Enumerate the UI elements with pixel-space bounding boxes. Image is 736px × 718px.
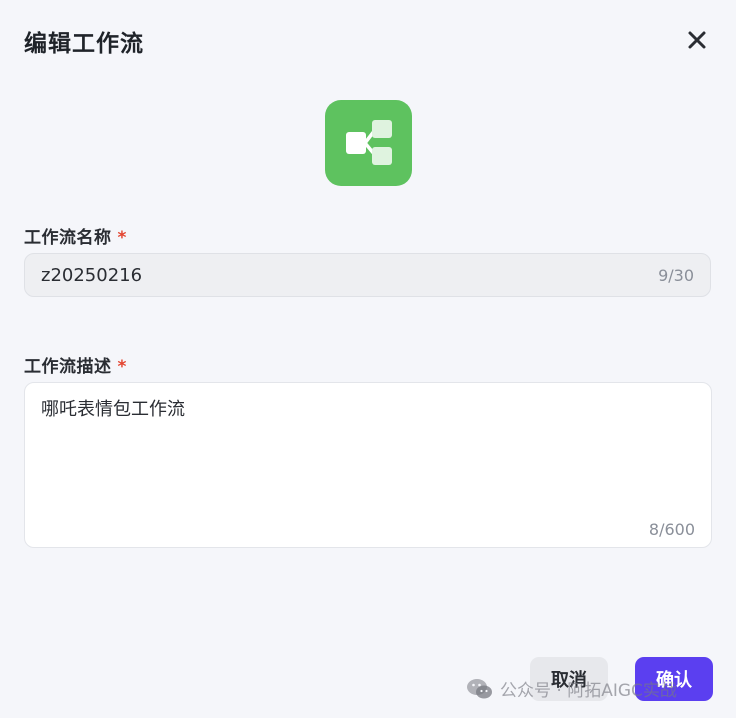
workflow-description-value: 哪吒表情包工作流 — [41, 399, 185, 420]
description-char-counter: 8/600 — [648, 520, 695, 539]
workflow-name-input[interactable]: z20250216 9/30 — [24, 253, 711, 297]
close-icon — [688, 31, 706, 49]
name-label-text: 工作流名称 — [24, 228, 112, 248]
wechat-icon — [467, 678, 492, 698]
description-label: 工作流描述 * — [24, 352, 127, 377]
workflow-app-icon[interactable] — [325, 100, 412, 186]
description-required-mark: * — [117, 357, 127, 377]
name-char-counter: 9/30 — [658, 266, 694, 285]
close-button[interactable] — [683, 26, 711, 54]
description-label-text: 工作流描述 — [24, 357, 112, 377]
name-required-mark: * — [117, 228, 127, 248]
workflow-icon — [346, 120, 392, 165]
cancel-button[interactable]: 取消 — [530, 657, 608, 701]
name-label: 工作流名称 * — [24, 223, 127, 248]
workflow-name-value: z20250216 — [41, 265, 143, 286]
confirm-button[interactable]: 确认 — [635, 657, 713, 701]
workflow-description-textarea[interactable]: 哪吒表情包工作流 8/600 — [24, 382, 712, 548]
dialog-title: 编辑工作流 — [24, 31, 144, 57]
edit-workflow-dialog: 编辑工作流 工作流名称 * z20250216 9/30 工作流描述 * 哪吒表情包… — [0, 0, 736, 718]
